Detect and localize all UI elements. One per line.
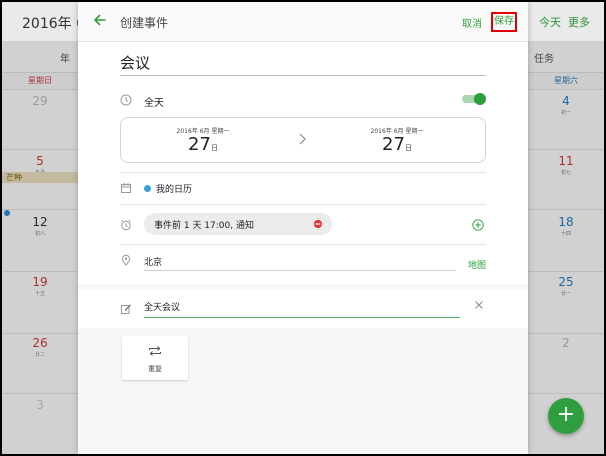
end-day-number: 27: [382, 134, 405, 155]
start-date-picker[interactable]: 27日: [143, 134, 263, 155]
add-icon[interactable]: [472, 219, 484, 231]
save-button[interactable]: 保存: [491, 12, 517, 32]
screen: 2016年 6月 今天 更多 年 任务 星期日 星期六 29 4 初一 5 五月…: [2, 2, 604, 454]
dialog-header: 创建事件 取消 保存: [78, 2, 528, 42]
back-arrow-icon[interactable]: [92, 12, 108, 28]
start-day-unit: 日: [210, 144, 218, 152]
repeat-icon: [148, 346, 162, 356]
divider: [120, 244, 486, 245]
location-pin-icon: [121, 254, 131, 266]
add-event-fab[interactable]: +: [548, 398, 584, 434]
event-title-input[interactable]: 会议: [120, 52, 486, 76]
create-event-dialog: 创建事件 取消 保存 会议 全天 2016年 6月 星期一 27日 2016年: [78, 2, 528, 454]
map-button[interactable]: 地图: [468, 258, 486, 271]
note-input[interactable]: 全天会议: [144, 300, 460, 318]
divider: [120, 204, 486, 205]
alarm-icon: [121, 219, 131, 231]
clear-icon[interactable]: [474, 300, 484, 310]
all-day-toggle[interactable]: [462, 93, 486, 105]
start-day-number: 27: [188, 134, 211, 155]
reminder-text: 事件前 1 天 17:00, 通知: [154, 221, 254, 231]
divider: [120, 172, 486, 173]
event-details-card: 会议 全天 2016年 6月 星期一 27日 2016年 6月 星期一 27日: [78, 42, 528, 284]
reminder-chip[interactable]: 事件前 1 天 17:00, 通知: [144, 213, 332, 235]
remove-icon[interactable]: [312, 218, 324, 230]
dialog-title: 创建事件: [120, 16, 169, 30]
location-input[interactable]: 北京: [144, 255, 456, 271]
repeat-button[interactable]: 重复: [122, 336, 188, 380]
repeat-label: 重复: [148, 365, 162, 373]
calendar-icon: [121, 183, 131, 193]
all-day-label: 全天: [144, 98, 164, 109]
note-card: 全天会议: [78, 290, 528, 328]
end-date-picker[interactable]: 27日: [337, 134, 457, 155]
cancel-button[interactable]: 取消: [462, 15, 482, 30]
chevron-right-icon: [299, 133, 306, 145]
note-edit-icon: [121, 304, 131, 314]
toggle-knob: [474, 93, 486, 105]
clock-icon: [120, 94, 132, 106]
calendar-color-dot: [144, 185, 151, 192]
calendar-selector[interactable]: 我的日历: [156, 182, 192, 195]
end-day-unit: 日: [404, 144, 412, 152]
date-range-box: 2016年 6月 星期一 27日 2016年 6月 星期一 27日: [120, 117, 486, 163]
